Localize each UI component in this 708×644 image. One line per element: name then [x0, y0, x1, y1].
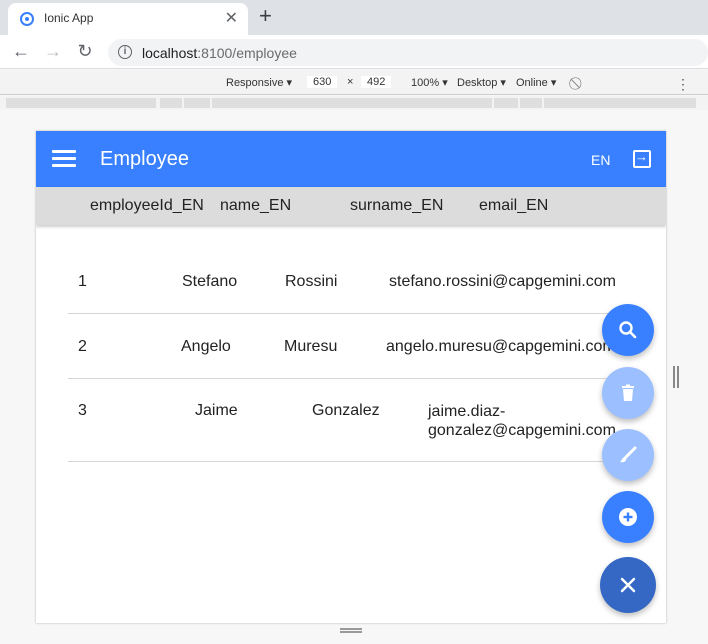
table-row[interactable]: 1 Stefano Rossini stefano.rossini@capgem…: [68, 249, 616, 314]
device-viewport: Employee EN employeeId_EN name_EN surnam…: [36, 131, 666, 623]
browser-tab[interactable]: Ionic App ✕: [8, 3, 248, 35]
cell-surname: Muresu: [284, 338, 338, 355]
width-field[interactable]: 630: [307, 76, 338, 88]
media-query-ruler: [0, 96, 708, 110]
cell-id: 2: [78, 338, 87, 355]
menu-icon[interactable]: [52, 150, 76, 168]
cell-email: stefano.rossini@capgemini.com: [389, 273, 617, 290]
page-title: Employee: [100, 148, 189, 170]
height-field[interactable]: 492: [361, 76, 392, 88]
tab-close-icon[interactable]: ✕: [225, 8, 238, 28]
cell-name: Jaime: [195, 402, 238, 419]
cell-id: 1: [78, 273, 87, 290]
forward-arrow-icon[interactable]: →: [42, 41, 64, 62]
browser-tabstrip: Ionic App ✕ +: [0, 0, 708, 35]
cell-name: Angelo: [181, 338, 231, 355]
mode-select[interactable]: Desktop ▾: [457, 76, 506, 89]
ionic-favicon-icon: [20, 12, 34, 26]
app-toolbar: Employee EN: [36, 131, 666, 187]
cell-name: Stefano: [182, 273, 238, 290]
cell-email: angelo.muresu@capgemini.com: [386, 338, 616, 355]
table-header: employeeId_EN name_EN surname_EN email_E…: [36, 187, 666, 225]
resize-handle-right[interactable]: [673, 366, 679, 388]
url-text[interactable]: localhost:8100/employee: [142, 45, 297, 61]
close-fab-list-button[interactable]: [600, 557, 656, 613]
language-button[interactable]: EN: [591, 152, 610, 168]
cell-surname: Gonzalez: [312, 402, 380, 419]
search-fab-button[interactable]: [602, 304, 654, 356]
column-header: email_EN: [479, 197, 549, 214]
logout-icon[interactable]: [633, 149, 651, 168]
trash-icon: [622, 384, 634, 401]
device-toolbar: Responsive ▾ 630 × 492 100% ▾ Desktop ▾ …: [0, 70, 708, 95]
tab-title: Ionic App: [44, 11, 94, 25]
column-header: employeeId_EN: [90, 197, 204, 214]
edit-fab-button[interactable]: [602, 429, 654, 481]
new-tab-icon[interactable]: +: [259, 3, 272, 29]
close-icon: [620, 577, 636, 593]
search-icon: [619, 321, 637, 339]
cell-id: 3: [78, 402, 87, 419]
cell-email: jaime.diaz-gonzalez@capgemini.com: [428, 403, 616, 439]
address-bar[interactable]: i localhost:8100/employee: [108, 39, 708, 66]
column-header: surname_EN: [350, 197, 444, 214]
network-select[interactable]: Online ▾: [516, 76, 556, 89]
brush-icon: [620, 446, 637, 463]
cell-surname: Rossini: [285, 273, 338, 290]
zoom-select[interactable]: 100% ▾: [411, 76, 448, 89]
dimension-times: ×: [347, 76, 354, 88]
back-arrow-icon[interactable]: ←: [10, 41, 32, 62]
resize-handle-bottom[interactable]: [340, 628, 362, 633]
more-options-icon[interactable]: ⋮: [676, 76, 690, 93]
device-select[interactable]: Responsive ▾: [226, 76, 292, 89]
delete-fab-button[interactable]: [602, 367, 654, 419]
table-row[interactable]: 3 Jaime Gonzalez jaime.diaz-gonzalez@cap…: [68, 379, 616, 462]
reload-icon[interactable]: ↻: [74, 41, 96, 62]
site-info-icon[interactable]: i: [118, 45, 132, 59]
add-fab-button[interactable]: [602, 491, 654, 543]
table-row[interactable]: 2 Angelo Muresu angelo.muresu@capgemini.…: [68, 314, 616, 379]
add-circle-icon: [619, 508, 637, 526]
browser-toolbar: ← → ↻ i localhost:8100/employee: [0, 35, 708, 69]
column-header: name_EN: [220, 197, 292, 214]
